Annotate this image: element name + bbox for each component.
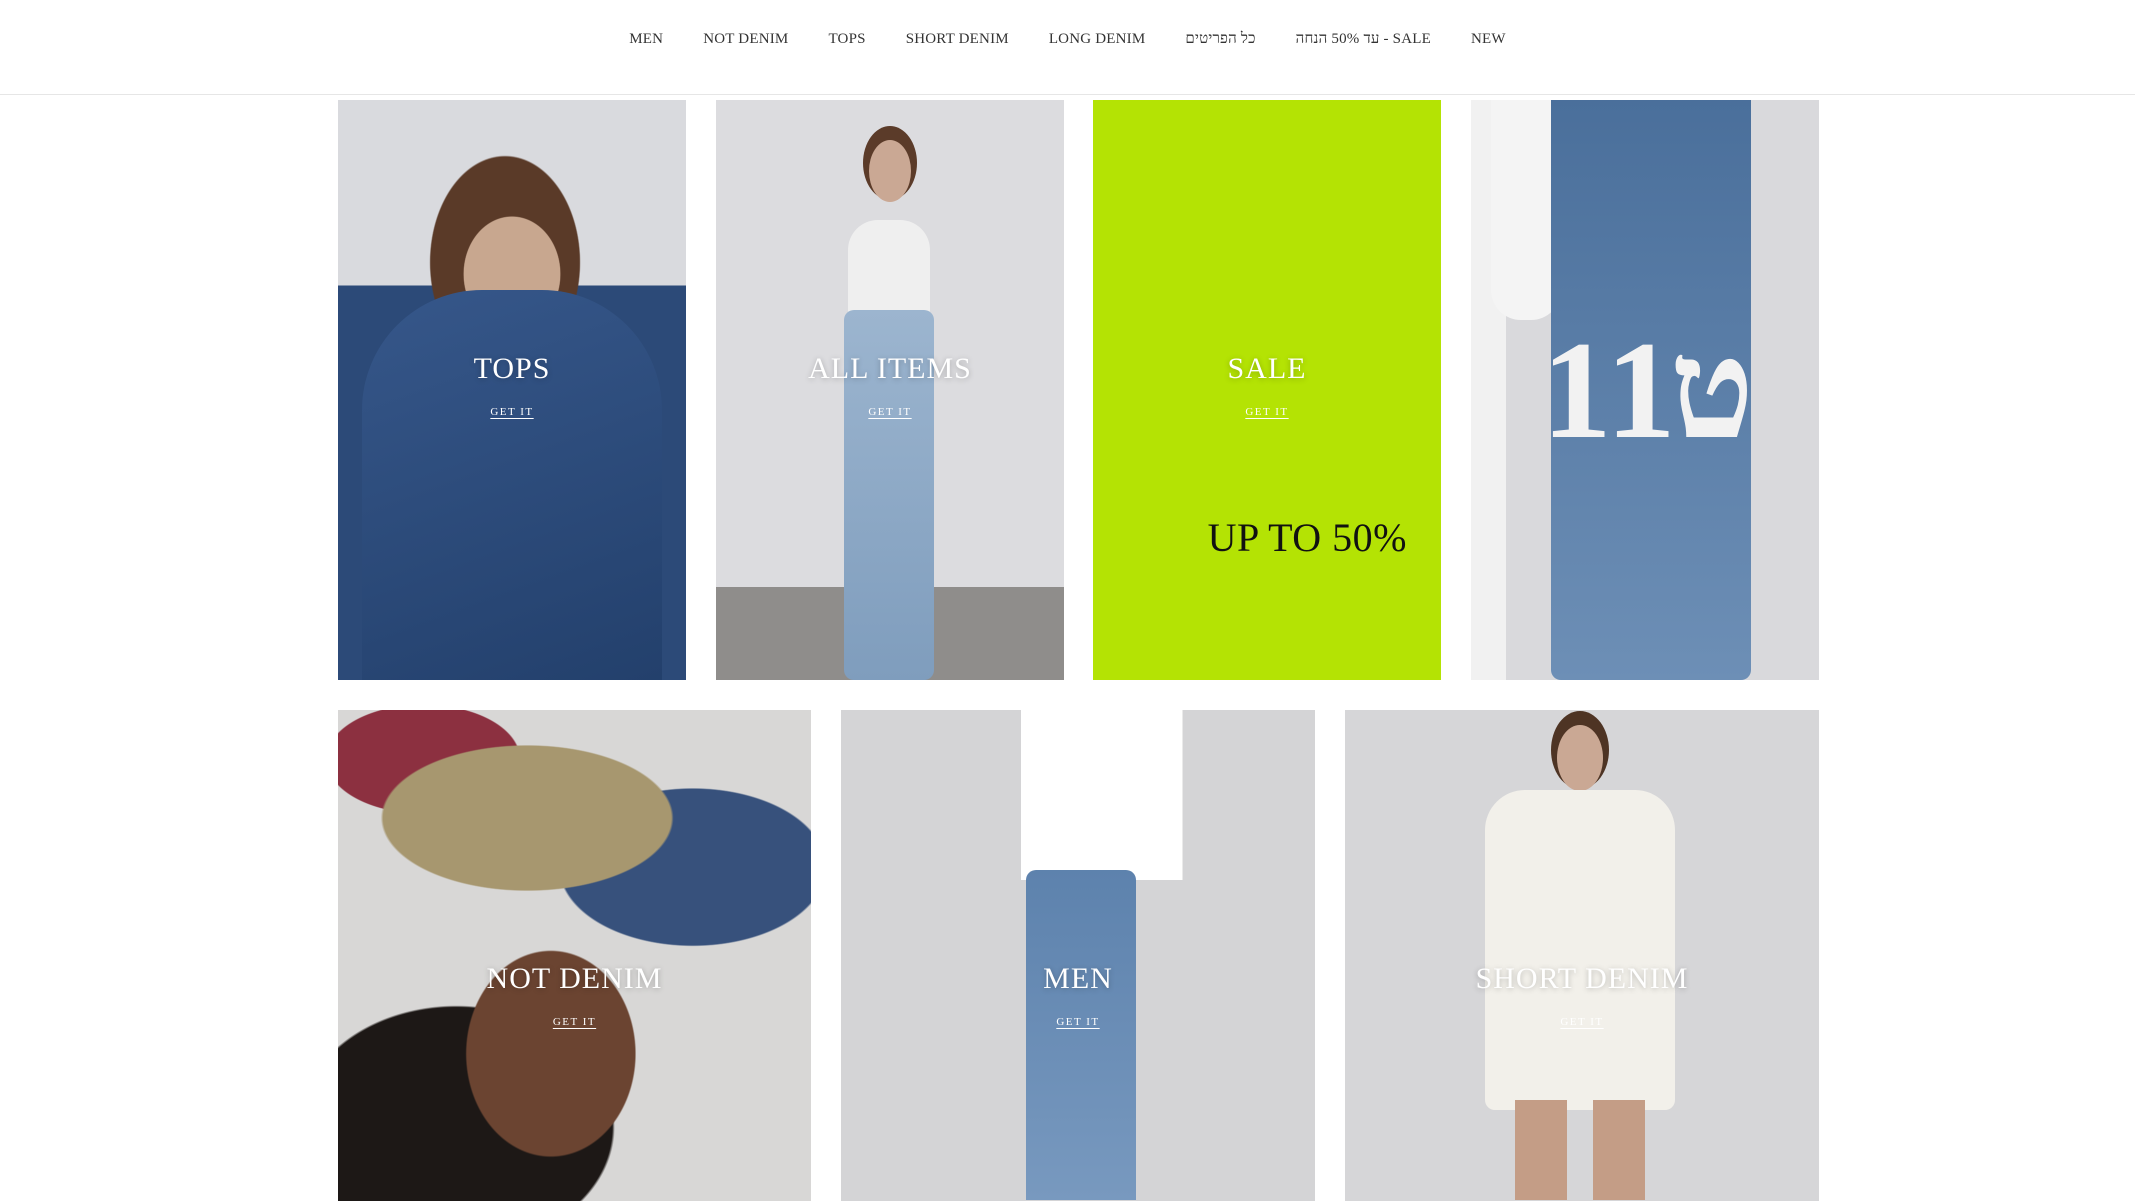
tile-title: MEN [1043, 962, 1113, 995]
short-denim-photo [1345, 710, 1819, 1201]
tops-photo [338, 100, 686, 680]
tile-title: NOT DENIM [486, 962, 663, 995]
get-it-link[interactable]: GET IT [1345, 1012, 1819, 1030]
nav-item-new[interactable]: NEW [1451, 28, 1526, 50]
nav-item-sale[interactable]: SALE - עד 50% הנחה [1276, 28, 1451, 50]
tile-title: ALL ITEMS [808, 352, 972, 385]
top-navigation: MEN NOT DENIM TOPS SHORT DENIM LONG DENI… [0, 0, 2135, 95]
tile-sale[interactable]: SALE GET IT UP TO 50% [1093, 100, 1441, 680]
men-photo [841, 710, 1315, 1201]
tile-short-denim[interactable]: SHORT DENIM GET IT [1345, 710, 1819, 1201]
tile-title: SALE [1227, 352, 1307, 385]
get-it-link[interactable]: GET IT [1093, 402, 1441, 420]
tile-title: SHORT DENIM [1475, 962, 1689, 995]
get-it-link[interactable]: GET IT [338, 1012, 811, 1030]
nav-menu: MEN NOT DENIM TOPS SHORT DENIM LONG DENI… [0, 28, 2135, 50]
tile-not-denim[interactable]: NOT DENIM GET IT [338, 710, 811, 1201]
sale-background [1093, 100, 1441, 680]
nav-item-all-items[interactable]: כל הפריטים [1165, 28, 1275, 50]
tile-tops[interactable]: TOPS GET IT [338, 100, 686, 680]
tile-all-items[interactable]: ALL ITEMS GET IT [716, 100, 1064, 680]
nav-item-short-denim[interactable]: SHORT DENIM [886, 28, 1029, 50]
get-it-link[interactable]: GET IT [338, 402, 686, 420]
all-items-photo [716, 100, 1064, 680]
nav-item-long-denim[interactable]: LONG DENIM [1029, 28, 1166, 50]
get-it-link[interactable]: GET IT [716, 402, 1064, 420]
tile-brand-logo[interactable]: 1ט1 [1471, 100, 1819, 680]
not-denim-photo [338, 710, 811, 1201]
brand-logo: 1ט1 [1541, 313, 1755, 468]
nav-item-tops[interactable]: TOPS [808, 28, 885, 50]
nav-item-not-denim[interactable]: NOT DENIM [683, 28, 808, 50]
get-it-link[interactable]: GET IT [841, 1012, 1315, 1030]
nav-item-men[interactable]: MEN [609, 28, 683, 50]
tile-title: TOPS [473, 352, 551, 385]
sale-promo-text: UP TO 50% [1207, 515, 1407, 560]
tile-men[interactable]: MEN GET IT [841, 710, 1315, 1201]
